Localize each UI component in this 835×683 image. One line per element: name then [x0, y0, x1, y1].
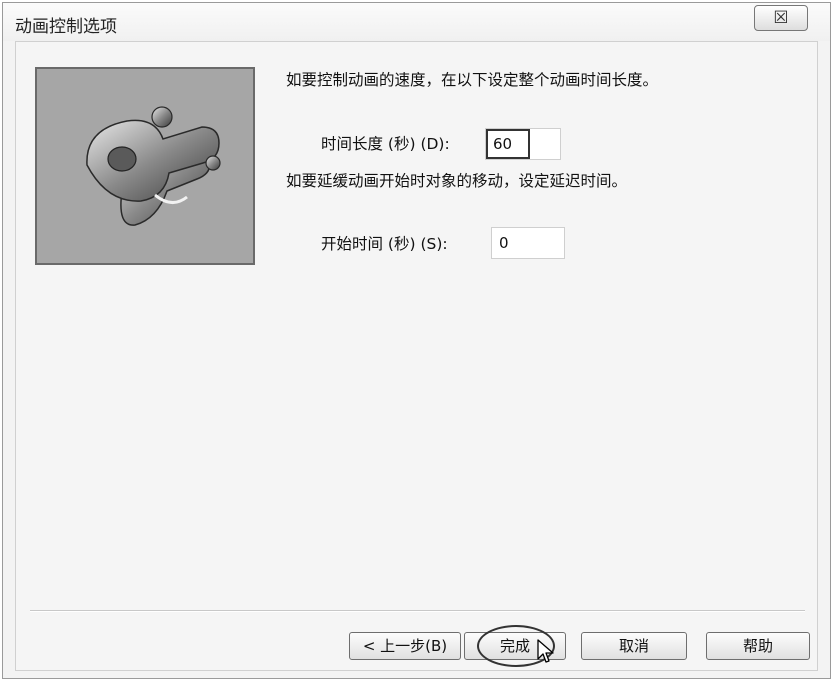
duration-focus-box [486, 129, 530, 159]
start-time-label: 开始时间 (秒) (S): [321, 235, 448, 253]
back-button[interactable]: < 上一步(B) [349, 632, 461, 660]
mouse-cursor-icon [537, 639, 554, 663]
duration-instruction: 如要控制动画的速度，在以下设定整个动画时间长度。 [286, 71, 659, 89]
duration-label: 时间长度 (秒) (D): [321, 135, 450, 153]
start-time-input[interactable]: 0 [491, 227, 565, 259]
animation-control-dialog: 动画控制选项 ☒ 如要控制动画的速度，在以下设定整个动画时间长度。 时间长度 (… [2, 2, 831, 679]
help-button[interactable]: 帮助 [706, 632, 810, 660]
start-time-value: 0 [499, 234, 509, 252]
button-separator [30, 610, 805, 612]
dialog-body: 如要控制动画的速度，在以下设定整个动画时间长度。 时间长度 (秒) (D): 6… [15, 41, 818, 671]
delay-instruction: 如要延缓动画开始时对象的移动，设定延迟时间。 [286, 172, 628, 190]
cancel-button[interactable]: 取消 [581, 632, 687, 660]
preview-image [35, 67, 255, 265]
close-button[interactable]: ☒ [754, 5, 808, 31]
dialog-title: 动画控制选项 [15, 17, 117, 37]
title-bar: 动画控制选项 ☒ [3, 3, 830, 41]
mechanical-part-preview-icon [86, 106, 221, 226]
